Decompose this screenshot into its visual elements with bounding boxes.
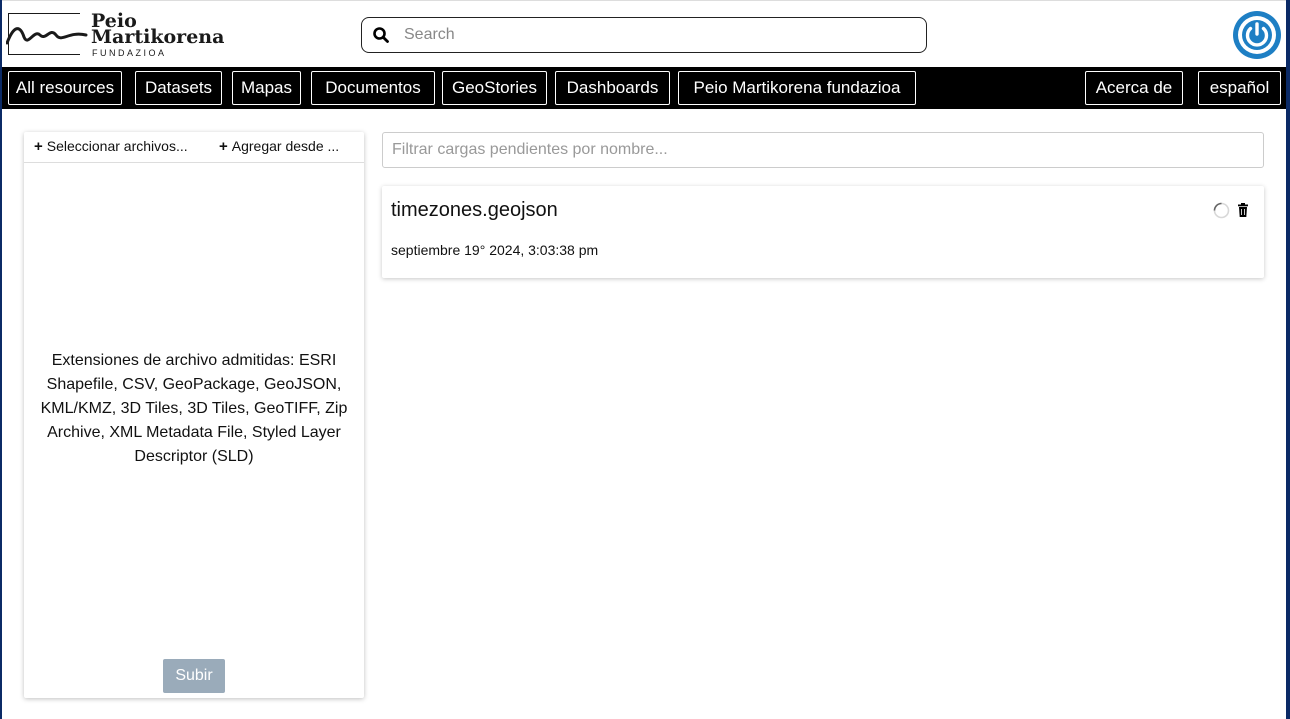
supported-extensions-text: Extensiones de archivo admitidas: ESRI S… xyxy=(40,352,348,465)
nav-mapas[interactable]: Mapas xyxy=(232,71,301,105)
search-icon[interactable] xyxy=(372,26,390,44)
nav-documentos[interactable]: Documentos xyxy=(311,71,435,105)
nav-dashboards[interactable]: Dashboards xyxy=(555,71,670,105)
logo-wave-icon xyxy=(6,27,88,45)
search-input[interactable] xyxy=(404,22,914,48)
add-from-button[interactable]: + Agregar desde ... xyxy=(219,138,359,155)
pending-upload-date: septiembre 19° 2024, 3:03:38 pm xyxy=(391,242,599,258)
nav-datasets[interactable]: Datasets xyxy=(135,71,222,105)
pending-upload-name: timezones.geojson xyxy=(391,199,558,221)
site-logo[interactable]: Peio Martikorena FUNDAZIOA xyxy=(6,11,224,59)
plus-icon: + xyxy=(219,138,228,155)
upload-panel: + Seleccionar archivos... + Agregar desde … xyxy=(24,132,364,698)
upload-button[interactable]: Subir xyxy=(163,659,225,693)
trash-icon[interactable] xyxy=(1237,203,1249,217)
app-window: Peio Martikorena FUNDAZIOA All resources… xyxy=(2,0,1286,719)
power-icon[interactable] xyxy=(1233,11,1281,59)
logo-subtitle: FUNDAZIOA xyxy=(92,48,167,58)
select-files-label: Seleccionar archivos... xyxy=(46,138,188,154)
plus-icon: + xyxy=(34,138,43,155)
language-selector[interactable]: español xyxy=(1198,71,1281,105)
logo-title-line2: Martikorena xyxy=(91,26,225,48)
nav-all-resources[interactable]: All resources xyxy=(8,71,122,105)
top-header: Peio Martikorena FUNDAZIOA xyxy=(2,0,1286,67)
nav-acerca-de[interactable]: Acerca de xyxy=(1085,71,1183,105)
search-bar[interactable] xyxy=(361,17,927,53)
window-edge-right xyxy=(1286,0,1290,719)
pending-filter-input[interactable] xyxy=(392,139,1252,161)
select-files-button[interactable]: + Seleccionar archivos... xyxy=(34,138,204,155)
upload-panel-toolbar: + Seleccionar archivos... + Agregar desde … xyxy=(24,132,364,163)
nav-geostories[interactable]: GeoStories xyxy=(442,71,547,105)
spinner-icon xyxy=(1213,202,1230,219)
pending-filter[interactable] xyxy=(382,132,1264,168)
add-from-label: Agregar desde ... xyxy=(231,138,340,154)
pending-upload-item: timezones.geojson septiembre 19° 2024, 3… xyxy=(382,186,1264,278)
main-navbar: All resources Datasets Mapas Documentos … xyxy=(2,67,1286,109)
nav-peio-martikorena-fundazioa[interactable]: Peio Martikorena fundazioa xyxy=(678,71,916,105)
